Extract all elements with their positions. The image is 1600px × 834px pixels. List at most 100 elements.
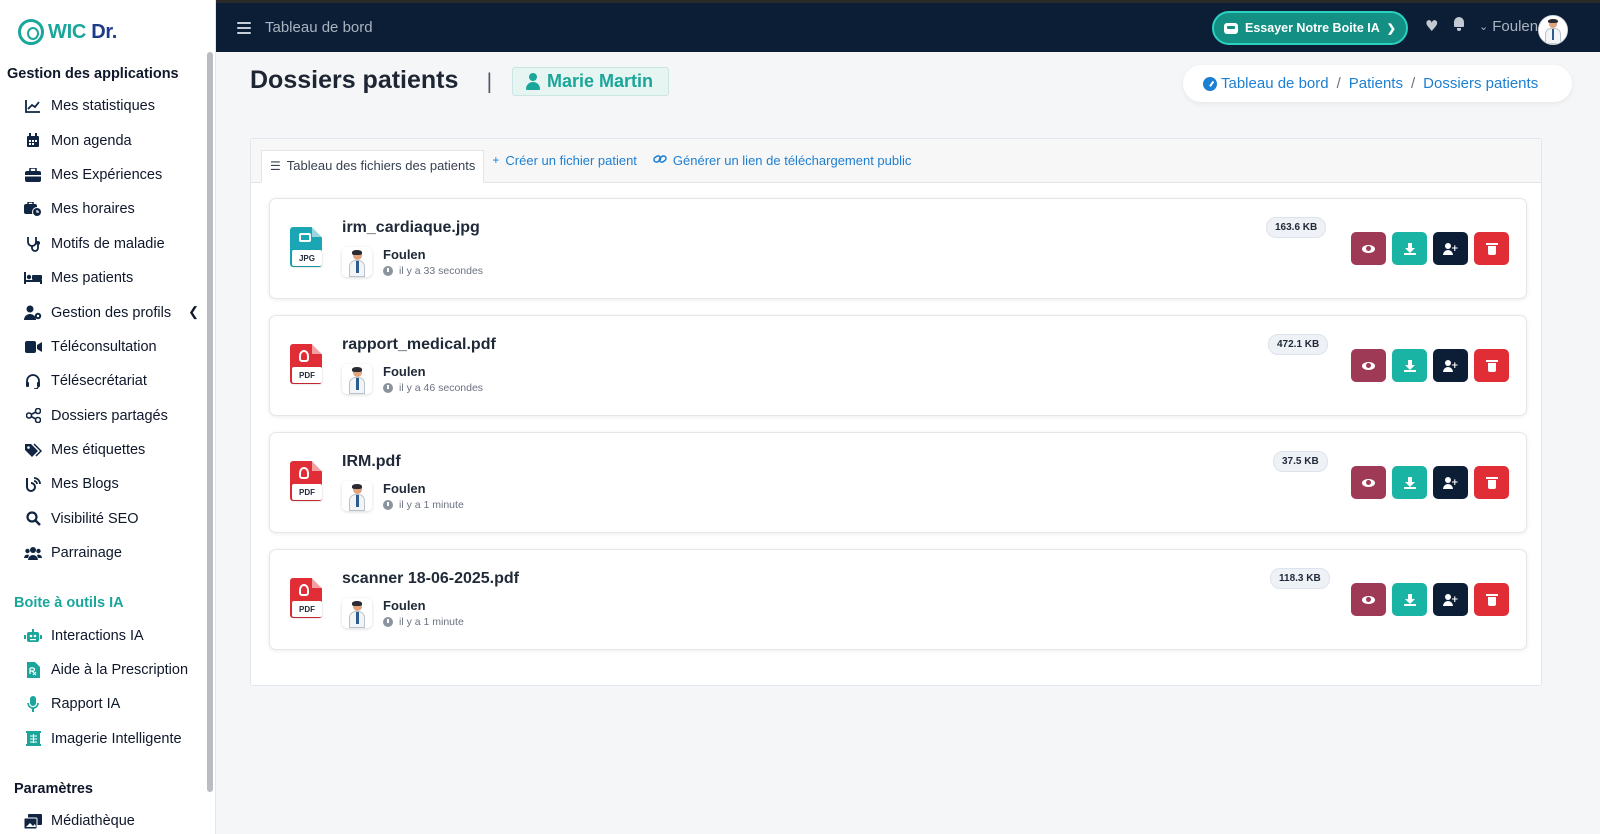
sidebar: WIC Dr. Gestion des applications Mes sta… — [0, 0, 216, 834]
topbar-title: Tableau de bord — [265, 19, 373, 36]
tab-files-table[interactable]: ☰ Tableau des fichiers des patients — [261, 150, 485, 183]
heart-icon[interactable]: ♥ — [1425, 17, 1438, 35]
view-button[interactable] — [1351, 466, 1386, 499]
file-ext: PDF — [292, 601, 322, 617]
file-name: irm_cardiaque.jpg — [342, 219, 480, 236]
prescription-icon — [24, 661, 42, 679]
delete-button[interactable] — [1474, 232, 1509, 265]
share-user-button[interactable]: + — [1433, 466, 1468, 499]
sidebar-item-agenda[interactable]: Mon agenda — [0, 123, 215, 157]
user-plus-icon: + — [1442, 242, 1459, 255]
sidebar-item-label: Motifs de maladie — [51, 235, 165, 252]
sidebar-item-statistiques[interactable]: Mes statistiques — [0, 89, 215, 123]
download-icon — [1403, 593, 1416, 606]
sidebar-item-label: Mes patients — [51, 270, 134, 287]
delete-button[interactable] — [1474, 349, 1509, 382]
file-size-badge: 118.3 KB — [1270, 568, 1330, 589]
eye-icon — [1362, 361, 1375, 370]
sidebar-item-aide-prescription[interactable]: Aide à la Prescription — [0, 653, 215, 687]
sidebar-item-label: Visibilité SEO — [51, 510, 139, 527]
sidebar-item-motifs[interactable]: Motifs de maladie — [0, 227, 215, 261]
link-icon — [653, 153, 667, 168]
try-ai-toolbox-button[interactable]: Essayer Notre Boite IA ❯ — [1212, 11, 1408, 45]
stethoscope-icon — [24, 235, 42, 253]
share-user-button[interactable]: + — [1433, 349, 1468, 382]
avatar — [342, 364, 372, 394]
breadcrumb: Tableau de bord / Patients / Dossiers pa… — [1183, 65, 1572, 102]
files-panel: ☰ Tableau des fichiers des patients + Cr… — [250, 138, 1542, 686]
search-icon — [24, 510, 42, 528]
avatar — [342, 598, 372, 628]
sidebar-item-profils[interactable]: Gestion des profils ❮ — [0, 295, 215, 329]
users-icon — [24, 544, 42, 562]
chevron-left-icon[interactable]: ❮ — [188, 304, 199, 320]
sidebar-item-label: Dossiers partagés — [51, 407, 168, 424]
file-owner: Foulen — [383, 247, 426, 262]
sidebar-item-dossiers-partages[interactable]: Dossiers partagés — [0, 399, 215, 433]
avatar[interactable] — [1538, 15, 1568, 45]
file-name: IRM.pdf — [342, 453, 401, 470]
view-button[interactable] — [1351, 583, 1386, 616]
file-time: il y a 1 minute — [383, 499, 464, 511]
sidebar-item-blogs[interactable]: Mes Blogs — [0, 467, 215, 501]
download-button[interactable] — [1392, 349, 1427, 382]
sidebar-item-imagerie[interactable]: Imagerie Intelligente — [0, 722, 215, 756]
sidebar-item-parrainage[interactable]: Parrainage — [0, 536, 215, 570]
main-content: Dossiers patients | Marie Martin Tableau… — [216, 52, 1600, 834]
file-size-badge: 37.5 KB — [1273, 451, 1328, 472]
delete-button[interactable] — [1474, 583, 1509, 616]
view-button[interactable] — [1351, 349, 1386, 382]
file-owner: Foulen — [383, 598, 426, 613]
sidebar-item-seo[interactable]: Visibilité SEO — [0, 502, 215, 536]
breadcrumb-link-dashboard[interactable]: Tableau de bord — [1221, 75, 1329, 92]
file-name: rapport_medical.pdf — [342, 336, 496, 353]
view-button[interactable] — [1351, 232, 1386, 265]
file-card: PDF scanner 18-06-2025.pdf Foulen il y a… — [269, 549, 1527, 650]
sidebar-item-teleconsultation[interactable]: Téléconsultation — [0, 330, 215, 364]
file-time-label: il y a 1 minute — [399, 616, 464, 628]
hospital-bed-icon — [24, 269, 42, 287]
download-button[interactable] — [1392, 583, 1427, 616]
share-user-button[interactable]: + — [1433, 583, 1468, 616]
sidebar-item-horaires[interactable]: Mes horaires — [0, 192, 215, 226]
file-card: JPG irm_cardiaque.jpg Foulen il y a 33 s… — [269, 198, 1527, 299]
sidebar-item-experiences[interactable]: Mes Expériences — [0, 158, 215, 192]
sidebar-item-rapport-ia[interactable]: Rapport IA — [0, 687, 215, 721]
bell-icon[interactable] — [1453, 17, 1465, 31]
sidebar-item-etiquettes[interactable]: Mes étiquettes — [0, 433, 215, 467]
app-logo[interactable]: WIC Dr. — [0, 0, 215, 52]
user-gear-icon — [24, 304, 42, 322]
briefcase-icon — [24, 166, 42, 184]
menu-toggle-icon[interactable] — [237, 21, 251, 34]
clock-icon — [383, 266, 393, 276]
sidebar-item-label: Télésecrétariat — [51, 373, 147, 390]
download-button[interactable] — [1392, 466, 1427, 499]
download-icon — [1403, 476, 1416, 489]
tab-create-file[interactable]: + Créer un fichier patient — [484, 144, 645, 176]
delete-button[interactable] — [1474, 466, 1509, 499]
breadcrumb-current[interactable]: Dossiers patients — [1423, 75, 1538, 92]
section-title-apps: Gestion des applications — [7, 66, 179, 82]
pdf-file-icon: PDF — [290, 344, 322, 388]
sidebar-item-mediatheque[interactable]: Médiathèque — [0, 804, 215, 834]
share-user-button[interactable]: + — [1433, 232, 1468, 265]
user-menu[interactable]: ⌄ Foulen — [1479, 18, 1538, 35]
tab-public-link[interactable]: Générer un lien de téléchargement public — [645, 144, 919, 176]
sidebar-scrollbar[interactable] — [207, 52, 213, 792]
page-title: Dossiers patients — [250, 66, 459, 94]
tab-label: Générer un lien de téléchargement public — [672, 152, 912, 168]
sidebar-item-label: Rapport IA — [51, 696, 121, 713]
sidebar-item-label: Mes Blogs — [51, 476, 119, 493]
trash-icon — [1485, 476, 1498, 489]
file-card: PDF rapport_medical.pdf Foulen il y a 46… — [269, 315, 1527, 416]
sidebar-item-interactions-ia[interactable]: Interactions IA — [0, 618, 215, 652]
breadcrumb-link-patients[interactable]: Patients — [1349, 75, 1403, 92]
sidebar-item-telesecretariat[interactable]: Télésecrétariat — [0, 364, 215, 398]
sidebar-item-label: Téléconsultation — [51, 338, 157, 355]
sidebar-item-patients[interactable]: Mes patients — [0, 261, 215, 295]
robot-icon — [24, 627, 42, 645]
file-name: scanner 18-06-2025.pdf — [342, 570, 519, 587]
download-button[interactable] — [1392, 232, 1427, 265]
sidebar-item-label: Gestion des profils — [51, 304, 172, 321]
clock-icon — [383, 500, 393, 510]
